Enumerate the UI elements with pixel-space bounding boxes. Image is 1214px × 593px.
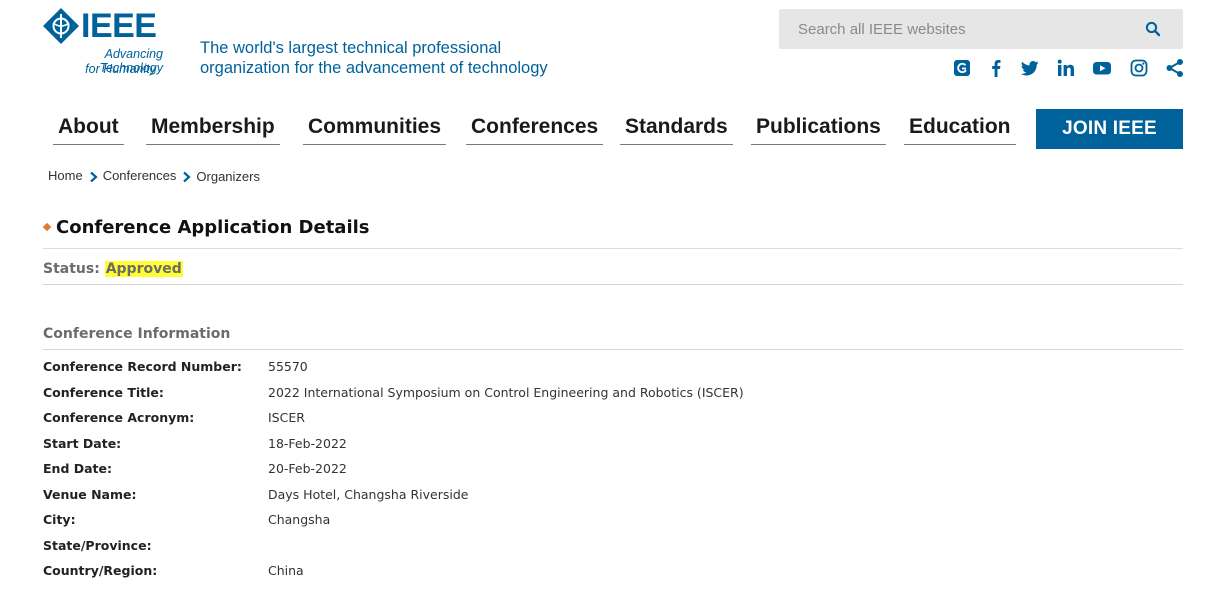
title-bullet-icon <box>42 222 52 232</box>
breadcrumb-home[interactable]: Home <box>48 168 83 183</box>
detail-label: Start Date: <box>43 435 122 451</box>
status-badge: Approved <box>104 261 183 277</box>
detail-label: Venue Name: <box>43 486 137 502</box>
detail-row-start-date: Start Date: 18-Feb-2022 <box>43 434 1183 460</box>
main-nav: About Membership Communities Conferences… <box>0 105 1214 149</box>
detail-label: Country/Region: <box>43 563 158 578</box>
youtube-icon[interactable] <box>1091 57 1113 79</box>
detail-row-state: State/Province: <box>43 536 1183 562</box>
detail-value: Changsha <box>268 512 331 527</box>
detail-label: State/Province: <box>43 537 152 553</box>
detail-value: 2022 International Symposium on Control … <box>268 384 744 400</box>
detail-row-title: Conference Title: 2022 International Sym… <box>43 383 1183 409</box>
facebook-icon[interactable] <box>985 57 1007 79</box>
status-label: Status: <box>43 261 100 277</box>
nav-item-conferences[interactable]: Conferences <box>466 113 604 145</box>
logo-tagline-2: for Humanity <box>85 62 156 76</box>
search-input[interactable] <box>779 9 1129 49</box>
detail-value: 18-Feb-2022 <box>268 435 347 451</box>
header-tagline-line2: organization for the advancement of tech… <box>200 59 548 77</box>
search-icon[interactable] <box>1145 21 1161 37</box>
detail-row-city: City: Changsha <box>43 510 1183 536</box>
detail-value: ISCER <box>268 410 305 425</box>
detail-value: 55570 <box>268 359 308 374</box>
linkedin-icon[interactable] <box>1055 57 1077 79</box>
detail-label: Conference Record Number: <box>43 359 242 374</box>
nav-item-membership[interactable]: Membership <box>146 113 280 145</box>
title-divider <box>43 248 1183 249</box>
detail-row-acronym: Conference Acronym: ISCER <box>43 408 1183 434</box>
chevron-right-icon <box>89 171 98 182</box>
section-title: Conference Information <box>43 326 231 342</box>
detail-value: Days Hotel, Changsha Riverside <box>268 486 469 502</box>
join-ieee-button[interactable]: JOIN IEEE <box>1036 109 1183 149</box>
ieee-logo[interactable]: IEEE Advancing Technology for Humanity <box>43 8 168 80</box>
header-tagline: The world's largest technical profession… <box>200 38 548 78</box>
detail-label: Conference Acronym: <box>43 410 195 425</box>
twitter-icon[interactable] <box>1019 57 1041 79</box>
section-divider <box>43 349 1183 350</box>
nav-item-about[interactable]: About <box>53 113 124 145</box>
nav-item-education[interactable]: Education <box>904 113 1016 145</box>
breadcrumb-organizers: Organizers <box>196 169 260 185</box>
detail-value: 20-Feb-2022 <box>268 461 347 476</box>
instagram-icon[interactable] <box>1128 57 1150 79</box>
header-tagline-line1: The world's largest technical profession… <box>200 39 502 57</box>
logo-wordmark: IEEE <box>81 7 157 45</box>
nav-item-publications[interactable]: Publications <box>751 113 886 145</box>
detail-label: City: <box>43 512 76 527</box>
detail-row-record-number: Conference Record Number: 55570 <box>43 357 1183 383</box>
detail-row-country: Country/Region: China <box>43 561 1183 587</box>
conference-details: Conference Record Number: 55570 Conferen… <box>43 357 1183 587</box>
detail-label: End Date: <box>43 461 113 476</box>
ieee-diamond-icon <box>43 8 79 44</box>
nav-item-standards[interactable]: Standards <box>620 113 733 145</box>
detail-value: China <box>268 563 304 578</box>
search-bar <box>779 9 1183 49</box>
page-title: Conference Application Details <box>56 217 370 238</box>
detail-label: Conference Title: <box>43 384 164 400</box>
chevron-right-icon <box>183 171 192 182</box>
breadcrumb: Home Conferences Organizers <box>48 167 260 185</box>
status-line: Status: Approved <box>43 259 183 279</box>
detail-row-end-date: End Date: 20-Feb-2022 <box>43 459 1183 485</box>
status-divider <box>43 284 1183 285</box>
ieee-collabratec-icon[interactable] <box>951 57 973 79</box>
detail-row-venue: Venue Name: Days Hotel, Changsha Riversi… <box>43 485 1183 511</box>
share-icon[interactable] <box>1164 57 1186 79</box>
breadcrumb-conferences[interactable]: Conferences <box>103 168 177 183</box>
nav-item-communities[interactable]: Communities <box>303 113 447 145</box>
